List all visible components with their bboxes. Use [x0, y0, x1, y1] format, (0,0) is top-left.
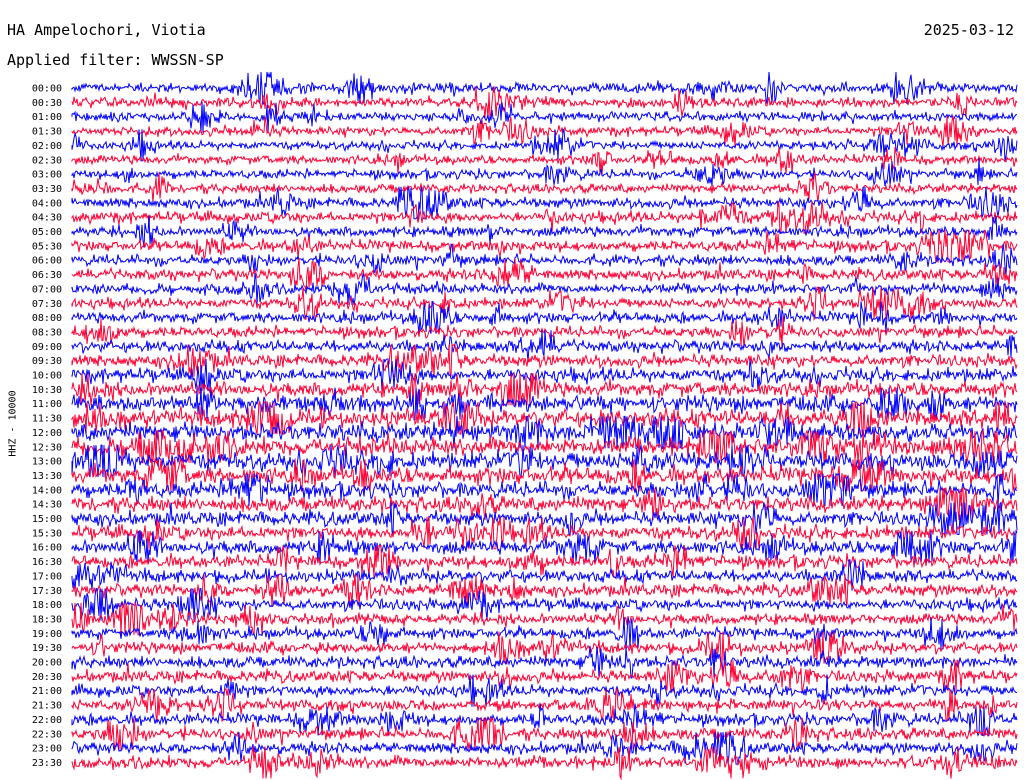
- seismic-trace: [71, 486, 1018, 521]
- time-label: 15:00: [32, 514, 62, 525]
- time-label: 05:30: [32, 241, 62, 252]
- time-label: 22:30: [32, 729, 62, 740]
- time-label: 17:30: [32, 586, 62, 597]
- time-label: 11:00: [32, 399, 62, 410]
- time-label: 08:30: [32, 327, 62, 338]
- time-label: 14:30: [32, 500, 62, 511]
- time-label: 08:00: [32, 313, 62, 324]
- time-label: 09:00: [32, 342, 62, 353]
- time-label: 01:30: [32, 127, 62, 138]
- seismic-trace: [71, 186, 1018, 221]
- time-label: 18:30: [32, 614, 62, 625]
- time-label: 00:00: [32, 84, 62, 95]
- time-label: 02:30: [32, 155, 62, 166]
- time-label: 20:30: [32, 672, 62, 683]
- time-label: 10:30: [32, 385, 62, 396]
- time-label: 06:30: [32, 270, 62, 281]
- time-label: 19:00: [32, 629, 62, 640]
- time-label: 03:00: [32, 170, 62, 181]
- time-label: 07:00: [32, 284, 62, 295]
- time-label: 17:00: [32, 571, 62, 582]
- seismic-trace: [71, 71, 1018, 105]
- time-label: 00:30: [32, 98, 62, 109]
- time-label: 11:30: [32, 414, 62, 425]
- time-label: 13:30: [32, 471, 62, 482]
- time-label: 22:00: [32, 715, 62, 726]
- seismic-trace: [71, 158, 1018, 187]
- time-label: 01:00: [32, 112, 62, 123]
- time-label: 18:00: [32, 600, 62, 611]
- time-label: 07:30: [32, 299, 62, 310]
- trace-group: [71, 71, 1018, 780]
- time-label: 04:00: [32, 198, 62, 209]
- time-label: 20:00: [32, 658, 62, 669]
- time-label: 15:30: [32, 528, 62, 539]
- time-label: 19:30: [32, 643, 62, 654]
- time-label: 21:30: [32, 701, 62, 712]
- time-label: 23:30: [32, 758, 62, 769]
- time-label: 21:00: [32, 686, 62, 697]
- time-label: 02:00: [32, 141, 62, 152]
- time-label: 14:00: [32, 485, 62, 496]
- time-label: 23:00: [32, 744, 62, 755]
- time-label: 09:30: [32, 356, 62, 367]
- seismic-trace: [71, 601, 1018, 636]
- time-label: 13:00: [32, 457, 62, 468]
- helicorder-plot: 00:00 00:30 01:00 01:30 02:00 02:30 03:00 03:30…: [32, 71, 1018, 780]
- time-label: 12:00: [32, 428, 62, 439]
- time-label: 05:00: [32, 227, 62, 238]
- time-axis-labels: 00:00 00:30 01:00 01:30 02:00 02:30 03:00 03:30…: [32, 84, 62, 769]
- time-label: 04:30: [32, 213, 62, 224]
- time-label: 06:00: [32, 256, 62, 267]
- time-label: 16:30: [32, 557, 62, 568]
- time-label: 12:30: [32, 442, 62, 453]
- seismic-trace: [71, 229, 1018, 264]
- time-label: 03:30: [32, 184, 62, 195]
- time-label: 16:00: [32, 543, 62, 554]
- time-label: 10:00: [32, 371, 62, 382]
